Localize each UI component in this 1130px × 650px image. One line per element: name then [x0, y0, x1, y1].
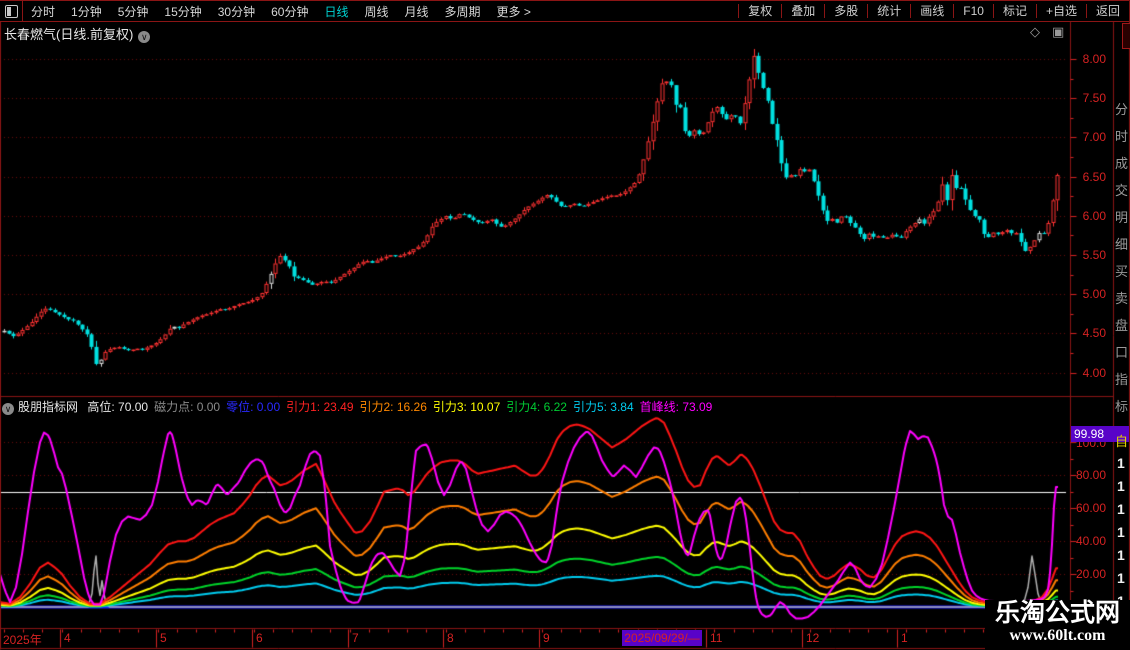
indicator-tick-label: 80.00: [1075, 468, 1106, 483]
price-tick-label: 4.50: [1082, 326, 1106, 341]
indicator-header: ∨ 股朋指标网 高位: 70.00 磁力点: 0.00 零位: 0.00 引力1: 23…: [2, 398, 724, 415]
clipped-text-fragment: 交: [1115, 183, 1129, 198]
toolbar-action-8[interactable]: 返回: [1085, 4, 1129, 18]
watermark: 乐淘公式网 www.60lt.com: [985, 600, 1130, 650]
app-window: { "toolbar": { "left_items": [ {"label":…: [0, 0, 1130, 650]
clipped-text-fragment: 买: [1115, 264, 1129, 279]
clipped-quote-digit: 1: [1117, 455, 1125, 471]
price-tick-label: 6.50: [1082, 169, 1106, 184]
period-tab-3[interactable]: 15分钟: [156, 3, 209, 20]
price-tick-label: 7.00: [1082, 130, 1106, 145]
watermark-site-name: 乐淘公式网: [994, 600, 1120, 627]
window-split-button[interactable]: [0, 1, 23, 21]
timeline-month-label: 9: [543, 631, 550, 645]
period-tab-0[interactable]: 分时: [23, 3, 63, 20]
timeline-month-label: 7: [352, 631, 359, 645]
toolbar-action-2[interactable]: 多股: [824, 4, 867, 18]
clipped-text-fragment: 成: [1115, 156, 1129, 171]
toolbar-action-5[interactable]: F10: [953, 4, 993, 18]
indicator-param-引力2: 引力2: 16.26: [359, 400, 427, 414]
clipped-text-fragment: 时: [1115, 129, 1129, 144]
timeline-month-label: 1: [901, 631, 908, 645]
toolbar-action-0[interactable]: 复权: [738, 4, 781, 18]
period-tab-10[interactable]: 更多 >: [489, 3, 539, 20]
clipped-text-fragment: 口: [1115, 345, 1129, 360]
price-tick-label: 6.00: [1082, 208, 1106, 223]
toolbar-action-6[interactable]: 标记: [992, 4, 1036, 18]
period-tab-5[interactable]: 60分钟: [263, 3, 316, 20]
indicator-tick-label: 20.00: [1075, 567, 1106, 582]
clipped-right-panel: 分时成交明细买卖盘口指标自11111111: [1114, 21, 1130, 650]
chart-canvas[interactable]: [0, 0, 1130, 650]
title-bar-icons: ◇▣: [1030, 24, 1076, 40]
clipped-quote-digit: 1: [1117, 524, 1125, 540]
period-tab-8[interactable]: 月线: [397, 3, 437, 20]
indicator-param-高位: 高位: 70.00: [87, 400, 149, 414]
clipped-quote-digit: 1: [1117, 501, 1125, 517]
period-tabs: 分时 1分钟 5分钟 15分钟 30分钟 60分钟 日线 周线 月线 多周期 更多 >: [23, 3, 539, 20]
timeline-month-label: 11: [710, 631, 723, 645]
price-tick-label: 7.50: [1082, 91, 1106, 106]
timeline-date-badge: 2025/09/29/—: [622, 630, 702, 646]
period-tab-4[interactable]: 30分钟: [210, 3, 263, 20]
indicator-param-引力5: 引力5: 3.84: [572, 400, 634, 414]
timeline-month-label: 8: [447, 631, 454, 645]
clipped-text-fragment: 卖: [1115, 291, 1129, 306]
indicator-name[interactable]: 股朋指标网: [18, 400, 78, 414]
toolbar-action-7[interactable]: +自选: [1035, 4, 1086, 18]
toolbar-action-3[interactable]: 统计: [867, 4, 910, 18]
diamond-icon[interactable]: ◇: [1030, 24, 1052, 39]
indicator-param-引力3: 引力3: 10.07: [432, 400, 501, 414]
period-tab-7[interactable]: 周线: [356, 3, 396, 20]
stock-title-text: 长春燃气(日线.前复权): [4, 27, 134, 42]
title-bar: 长春燃气(日线.前复权) ∨ ◇▣: [0, 22, 1070, 43]
toolbar-actions: 复权 叠加 多股 统计 画线 F10 标记 +自选 返回: [738, 1, 1129, 21]
price-tick-label: 8.00: [1082, 52, 1106, 66]
period-toolbar: 分时 1分钟 5分钟 15分钟 30分钟 60分钟 日线 周线 月线 多周期 更多 > 复权 叠加 多股…: [0, 0, 1129, 22]
timeline-month-label: 5: [160, 631, 167, 645]
indicator-param-引力4: 引力4: 6.22: [506, 400, 567, 414]
timeline: 2025年 4 5 6 7 8 9 11 12 1 2025/09/29/—: [0, 629, 1070, 648]
timeline-month-label: 12: [806, 631, 820, 645]
period-tab-9[interactable]: 多周期: [437, 3, 489, 20]
clipped-text-fragment: 细: [1115, 237, 1129, 252]
chevron-down-circle-icon[interactable]: ∨: [138, 31, 151, 43]
panel-toggle-icon[interactable]: ▣: [1052, 24, 1076, 39]
window-split-icon: [4, 4, 18, 18]
toolbar-action-4[interactable]: 画线: [910, 4, 953, 18]
indicator-params: 高位: 70.00 磁力点: 0.00 零位: 0.00 引力1: 23.49 引力2:…: [87, 400, 718, 414]
clipped-text-fragment: 标: [1115, 399, 1129, 414]
clipped-text-fragment: 明: [1115, 210, 1129, 225]
toolbar-action-1[interactable]: 叠加: [781, 4, 824, 18]
chevron-down-circle-icon[interactable]: ∨: [2, 403, 14, 415]
clipped-text-fragment: 分: [1115, 102, 1129, 117]
indicator-param-零位: 零位: 0.00: [226, 400, 281, 414]
period-tab-2[interactable]: 5分钟: [110, 3, 157, 20]
timeline-year-label: 2025年: [3, 633, 42, 647]
price-tick-label: 4.00: [1082, 365, 1106, 380]
period-tab-6[interactable]: 日线: [316, 3, 356, 20]
period-tab-1[interactable]: 1分钟: [63, 3, 110, 20]
indicator-param-磁力点: 磁力点: 0.00: [154, 400, 221, 414]
clipped-text-fragment: 盘: [1115, 318, 1129, 333]
timeline-month-label: 4: [64, 631, 71, 645]
price-tick-label: 5.00: [1082, 287, 1106, 302]
price-tick-label: 5.50: [1082, 248, 1106, 262]
clipped-quote-digit: 1: [1117, 547, 1125, 563]
watermark-url: www.60lt.com: [1009, 627, 1106, 644]
clipped-text-fragment: 指: [1115, 372, 1129, 387]
stock-title: 长春燃气(日线.前复权) ∨: [4, 24, 151, 43]
indicator-param-引力1: 引力1: 23.49: [286, 400, 354, 414]
indicator-tick-label: 60.00: [1075, 501, 1106, 516]
clipped-quote-digit: 1: [1117, 570, 1125, 586]
clipped-text-fragment: 自: [1115, 434, 1129, 449]
clipped-quote-digit: 1: [1117, 478, 1125, 494]
timeline-month-label: 6: [256, 631, 263, 645]
indicator-tick-label: 40.00: [1075, 534, 1106, 549]
indicator-param-首峰线: 首峰线: 73.09: [639, 400, 713, 414]
